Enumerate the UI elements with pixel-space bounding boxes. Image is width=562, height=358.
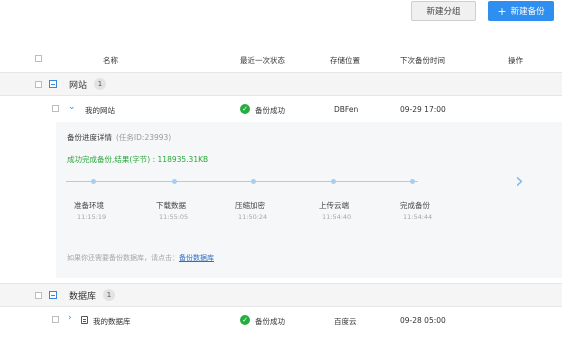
group-checkbox[interactable] [35,292,42,299]
detail-title: 备份进度详情 (任务ID:23993) [67,132,171,143]
success-check-icon: ✓ [240,315,250,325]
step-time: 11:50:24 [238,213,268,221]
new-backup-label: 新建备份 [510,7,545,17]
step-time: 11:54:44 [403,213,433,221]
group-row-database: 数据库 1 [0,283,562,307]
timeline-dot [91,179,96,184]
column-header-next-backup: 下次备份时间 [400,56,445,65]
group-name: 数据库 [69,292,97,302]
database-icon [81,316,88,324]
group-checkbox[interactable] [35,81,42,88]
row-next-backup: 09-28 05:00 [400,316,446,325]
chevron-right-icon[interactable]: › [515,171,524,193]
chevron-right-icon[interactable]: › [68,314,72,323]
step-time: 11:54:40 [322,213,352,221]
step-time: 11:15:19 [77,213,107,221]
row-name: 我的数据库 [93,317,131,326]
success-check-icon: ✓ [240,104,250,114]
table-row-my-database[interactable]: › 我的数据库 ✓ 备份成功 百度云 09-28 05:00 [0,307,562,333]
row-status: 备份成功 [255,106,285,115]
detail-title-text: 备份进度详情 [67,133,112,142]
step-label: 完成备份 [400,201,430,210]
column-header-storage: 存储位置 [330,56,360,65]
new-group-button[interactable]: 新建分组 [411,1,476,21]
new-group-label: 新建分组 [426,7,461,17]
timeline-dot [251,179,256,184]
backup-result-text: 成功完成备份,结果(字节) : 118935.31KB [67,155,209,164]
step-time: 11:55:05 [159,213,189,221]
step-label: 压缩加密 [235,201,265,210]
count-badge: 1 [94,78,106,90]
backup-database-link[interactable]: 备份数据库 [179,254,214,262]
timeline-dot [172,179,177,184]
row-storage: DBFen [334,105,359,114]
step-label: 准备环境 [74,201,104,210]
step-label: 上传云端 [319,201,349,210]
column-header-actions: 操作 [508,56,523,65]
chevron-down-icon[interactable]: ⌄ [68,103,76,112]
row-checkbox[interactable] [52,105,59,112]
new-backup-button[interactable]: + 新建备份 [488,1,554,21]
row-next-backup: 09-29 17:00 [400,105,446,114]
row-storage: 百度云 [334,317,357,326]
step-label: 下载数据 [156,201,186,210]
table-row-my-website[interactable]: ⌄ 我的网站 ✓ 备份成功 DBFen 09-29 17:00 [0,96,562,122]
column-header-name: 名称 [103,56,118,65]
row-name: 我的网站 [85,106,115,115]
timeline-dot [331,179,336,184]
timeline-dot [410,179,415,184]
group-row-website: 网站 1 [0,72,562,96]
collapse-icon[interactable] [49,80,57,88]
group-name: 网站 [69,81,88,91]
backup-progress-panel: 备份进度详情 (任务ID:23993) 成功完成备份,结果(字节) : 11893… [56,122,562,278]
hint-text: 如果你还需要备份数据库，请点击： [67,254,179,262]
plus-icon: + [497,4,507,18]
progress-timeline [66,181,418,182]
table-header: 名称 最近一次状态 存储位置 下次备份时间 操作 [0,46,562,72]
count-badge: 1 [103,289,115,301]
row-status: 备份成功 [255,317,285,326]
row-checkbox[interactable] [52,316,59,323]
detail-task-id: (任务ID:23993) [116,133,172,142]
collapse-icon[interactable] [49,291,57,299]
select-all-checkbox[interactable] [35,55,42,62]
backup-db-hint: 如果你还需要备份数据库，请点击：备份数据库 [67,253,214,263]
column-header-last-status: 最近一次状态 [240,56,285,65]
